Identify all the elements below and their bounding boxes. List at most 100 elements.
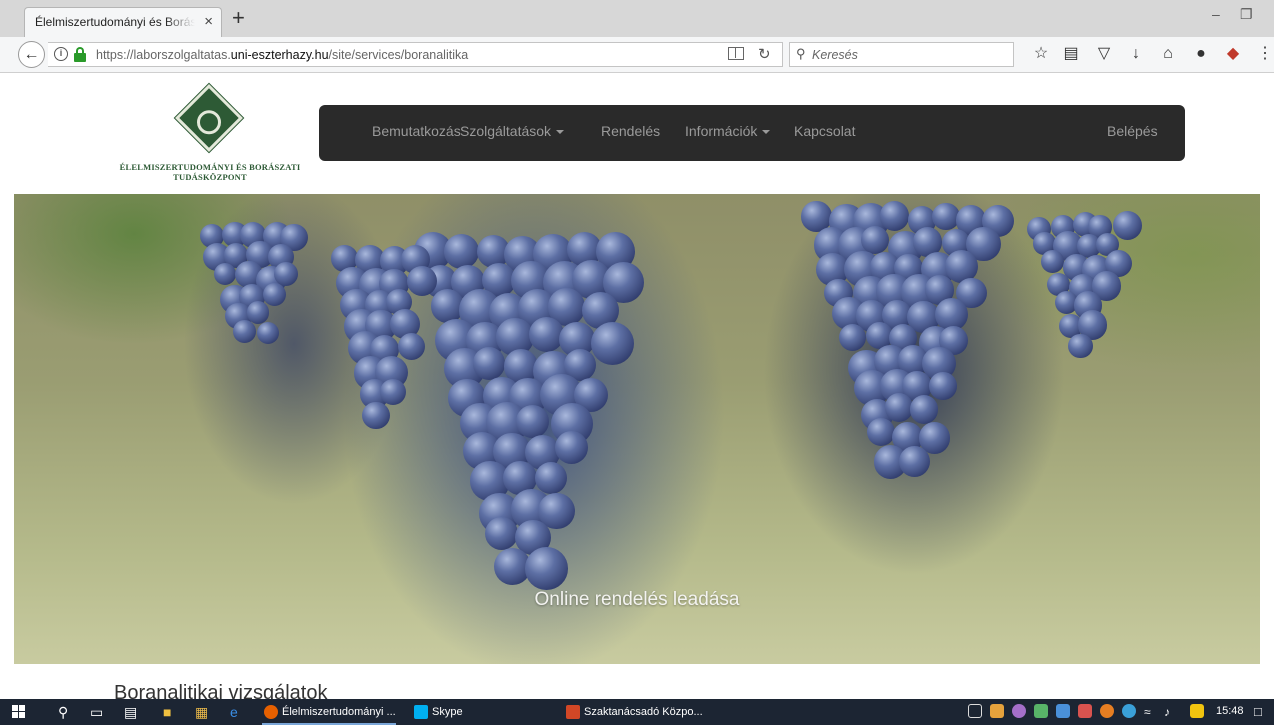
tray-app-icon[interactable]: [1190, 704, 1204, 718]
file-explorer-icon[interactable]: ▦: [195, 703, 208, 721]
grape-berry: [525, 547, 568, 590]
url-path: /site/services/boranalitika: [328, 48, 469, 62]
grape-berry: [839, 323, 867, 351]
logo-text: ÉLELMISZERTUDOMÁNYI ÉS BORÁSZATI TUDÁSKÖ…: [110, 162, 310, 182]
windows-start-icon[interactable]: [12, 705, 26, 719]
tray-display-icon[interactable]: [968, 704, 982, 718]
main-navigation: Bemutatkozás Szolgáltatások Rendelés Inf…: [319, 105, 1185, 161]
firefox-icon: [264, 705, 278, 719]
site-info-icon[interactable]: i: [54, 47, 68, 61]
taskbar-app-skype[interactable]: Skype: [412, 699, 463, 725]
hero-banner-grapes: Online rendelés leadása: [14, 194, 1260, 664]
downloads-icon[interactable]: ↓: [1127, 44, 1145, 64]
tray-app-icon[interactable]: [1100, 704, 1114, 718]
chevron-down-icon: [556, 130, 565, 135]
bookmarks-list-icon[interactable]: ▤: [1062, 44, 1080, 64]
secure-lock-icon[interactable]: [73, 47, 87, 62]
site-logo[interactable]: ÉLELMISZERTUDOMÁNYI ÉS BORÁSZATI TUDÁSKÖ…: [110, 84, 310, 190]
tray-app-icon[interactable]: [1122, 704, 1136, 718]
grape-berry: [262, 282, 287, 307]
bookmark-star-icon[interactable]: ☆: [1032, 44, 1050, 64]
grape-berry: [898, 445, 931, 478]
url-text[interactable]: https://laborszolgaltatas.uni-eszterhazy…: [96, 48, 468, 62]
grape-berry: [909, 394, 939, 424]
grape-berry: [554, 430, 589, 465]
restore-window-icon[interactable]: ❐: [1240, 6, 1253, 23]
search-input[interactable]: [812, 45, 1007, 64]
grape-berry: [233, 319, 256, 343]
minimize-window-icon[interactable]: –: [1212, 6, 1220, 22]
nav-services[interactable]: Szolgáltatások: [460, 123, 565, 139]
wifi-icon[interactable]: ≈: [1144, 703, 1151, 721]
taskbar-app-powerpoint[interactable]: Szaktanácsadó Közpo...: [564, 699, 703, 725]
grape-berry: [928, 371, 957, 400]
search-icon[interactable]: ⚲: [58, 703, 68, 721]
tray-app-icon[interactable]: [1034, 704, 1048, 718]
powerpoint-icon: [566, 705, 580, 719]
logo-emblem-icon: [175, 84, 243, 152]
search-icon: ⚲: [796, 46, 806, 61]
tray-app-icon[interactable]: [1012, 704, 1026, 718]
grape-berry: [214, 262, 237, 285]
taskbar-app-firefox[interactable]: Élelmiszertudományi ...: [262, 699, 396, 725]
menu-icon[interactable]: ⋮: [1256, 44, 1274, 64]
taskbar-clock[interactable]: 15:48: [1216, 705, 1244, 717]
task-view-icon[interactable]: ▭: [90, 703, 103, 721]
reader-view-icon[interactable]: [728, 47, 744, 60]
volume-icon[interactable]: ♪: [1164, 703, 1170, 721]
taskbar-app-label: Élelmiszertudományi ...: [282, 706, 396, 718]
grape-berry: [1068, 333, 1093, 359]
section-title: Boranalitikai vizsgálatok: [114, 682, 328, 699]
grape-berry: [535, 461, 568, 495]
browser-tab[interactable]: Élelmiszertudományi és Borászati ×: [24, 7, 222, 37]
nav-login[interactable]: Belépés: [1107, 123, 1158, 139]
grape-berry: [444, 234, 480, 270]
back-arrow-icon[interactable]: ←: [18, 41, 45, 68]
grape-berry: [515, 405, 550, 439]
notification-center-icon[interactable]: □: [1254, 703, 1262, 721]
address-bar[interactable]: i https://laborszolgaltatas.uni-eszterha…: [48, 42, 783, 67]
nav-intro[interactable]: Bemutatkozás: [372, 123, 461, 139]
nav-contact[interactable]: Kapcsolat: [794, 123, 855, 139]
grape-berry: [1113, 211, 1142, 240]
tray-app-icon[interactable]: [1056, 704, 1070, 718]
grape-berry: [472, 347, 506, 380]
tab-close-icon[interactable]: ×: [204, 13, 213, 30]
extension-icon[interactable]: ●: [1192, 44, 1210, 64]
pinned-app-icon[interactable]: ■: [163, 703, 171, 721]
nav-info-label: Információk: [685, 123, 758, 139]
tray-app-icon[interactable]: [990, 704, 1004, 718]
web-page: ÉLELMISZERTUDOMÁNYI ÉS BORÁSZATI TUDÁSKÖ…: [0, 74, 1274, 699]
search-bar[interactable]: ⚲: [789, 42, 1014, 67]
chevron-down-icon: [762, 130, 771, 135]
grape-berry: [866, 417, 895, 446]
reload-icon[interactable]: ↻: [758, 45, 771, 63]
grape-berry: [1041, 250, 1065, 273]
browser-navigation-bar: ← i https://laborszolgaltatas.uni-eszter…: [0, 37, 1274, 73]
pocket-icon[interactable]: ▽: [1095, 44, 1113, 64]
new-tab-button[interactable]: +: [232, 7, 245, 29]
hero-order-link[interactable]: Online rendelés leadása: [14, 589, 1260, 611]
grape-berry: [484, 517, 519, 551]
store-icon[interactable]: ▤: [124, 703, 137, 721]
grape-berry: [590, 321, 634, 365]
grape-berry: [379, 378, 406, 406]
grape-berry: [397, 332, 426, 361]
nav-services-label: Szolgáltatások: [460, 123, 552, 139]
url-prefix: https://laborszolgaltatas.: [96, 48, 231, 62]
grape-berry: [860, 225, 889, 254]
nav-order[interactable]: Rendelés: [601, 123, 660, 139]
nav-info[interactable]: Információk: [685, 123, 771, 139]
tray-app-icon[interactable]: [1078, 704, 1092, 718]
grape-berry: [880, 201, 910, 231]
windows-taskbar: ⚲ ▭ ▤ ■ ▦ e Élelmiszertudományi ... Skyp…: [0, 699, 1274, 725]
tab-title-fade: [165, 10, 195, 34]
grape-berry: [361, 401, 390, 430]
home-icon[interactable]: ⌂: [1159, 44, 1177, 64]
browser-tab-strip: Élelmiszertudományi és Borászati × + – ❐: [0, 0, 1274, 37]
taskbar-app-label: Skype: [432, 706, 463, 718]
url-domain: uni-eszterhazy.hu: [230, 48, 329, 62]
logo-line-1: ÉLELMISZERTUDOMÁNYI ÉS BORÁSZATI: [119, 162, 301, 172]
ublock-icon[interactable]: ◆: [1224, 44, 1242, 64]
edge-browser-icon[interactable]: e: [230, 703, 238, 721]
